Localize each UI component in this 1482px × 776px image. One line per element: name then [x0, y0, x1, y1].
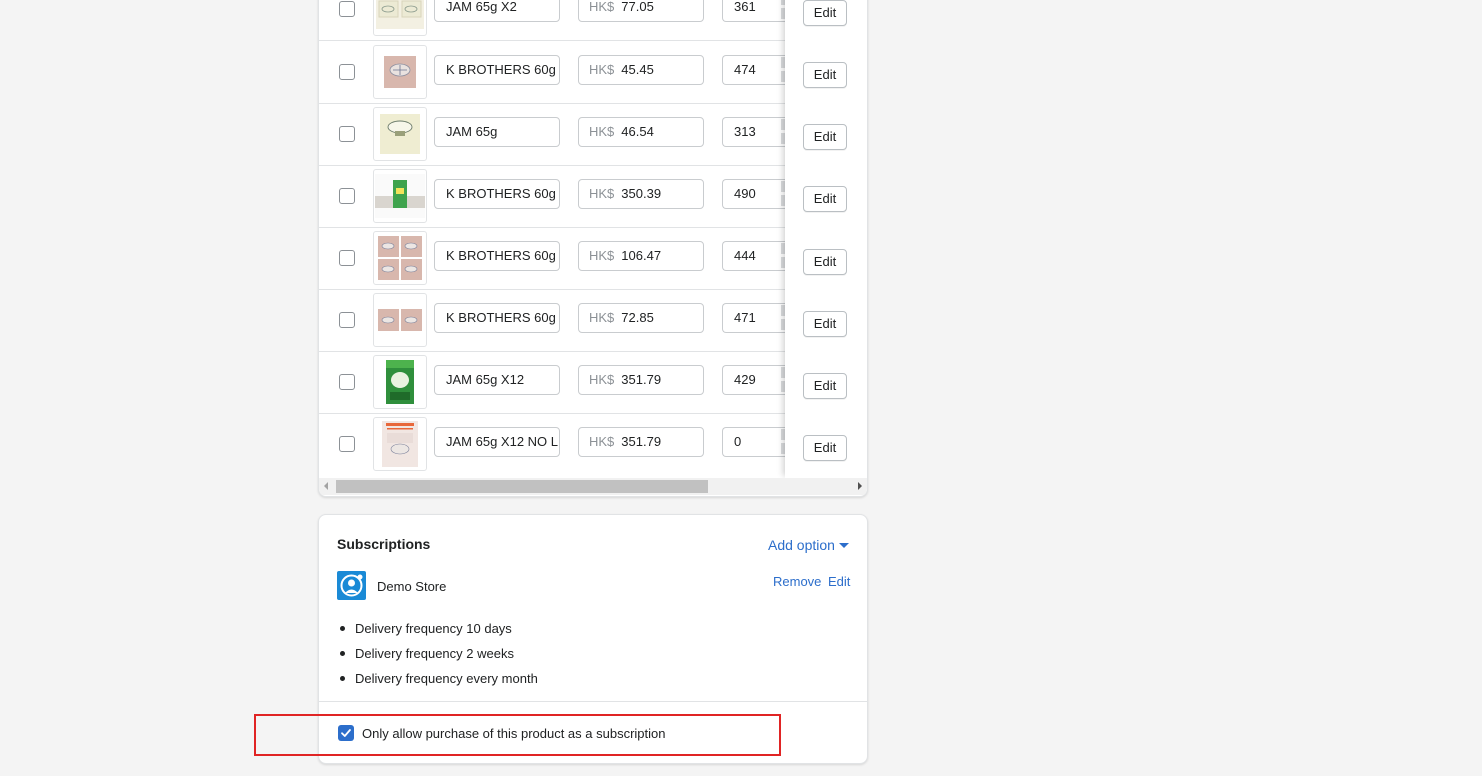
price-value: 72.85 [621, 310, 654, 325]
edit-link[interactable]: Edit [828, 574, 850, 589]
sticky-actions-column: Edit Edit Edit Edit Edit Edit Edit Edit [785, 0, 867, 478]
variants-card: JAM 65g X2 HK$ 77.05 361 K BROTHERS 60g H… [318, 0, 868, 497]
currency-prefix: HK$ [589, 124, 615, 139]
subscriptions-card: Subscriptions Add option Demo Store Remo… [318, 514, 868, 764]
variant-thumbnail[interactable] [373, 355, 427, 409]
row-checkbox[interactable] [339, 436, 355, 452]
list-item: Delivery frequency 10 days [337, 616, 538, 641]
variant-price-input[interactable]: HK$ 77.05 [578, 0, 704, 22]
variant-price-input[interactable]: HK$ 45.45 [578, 55, 704, 85]
price-value: 351.79 [621, 372, 662, 387]
variant-name-input[interactable]: K BROTHERS 60g [434, 55, 560, 85]
checkmark-icon [341, 729, 351, 737]
variant-price-input[interactable]: HK$ 351.79 [578, 365, 704, 395]
variant-name-input[interactable]: K BROTHERS 60g X [434, 303, 560, 333]
subscription-only-label[interactable]: Only allow purchase of this product as a… [362, 726, 666, 741]
delivery-frequency-list: Delivery frequency 10 days Delivery freq… [337, 616, 538, 691]
variant-price-input[interactable]: HK$ 351.79 [578, 427, 704, 457]
currency-prefix: HK$ [589, 310, 615, 325]
edit-variant-button[interactable]: Edit [803, 0, 847, 26]
variant-thumbnail[interactable] [373, 107, 427, 161]
variant-price-input[interactable]: HK$ 350.39 [578, 179, 704, 209]
variant-thumbnail[interactable] [373, 45, 427, 99]
scroll-left-icon[interactable] [324, 482, 328, 490]
variant-thumbnail[interactable] [373, 417, 427, 471]
variant-thumbnail[interactable] [373, 0, 427, 36]
edit-variant-button[interactable]: Edit [803, 124, 847, 150]
price-value: 77.05 [621, 0, 654, 14]
price-value: 46.54 [621, 124, 654, 139]
variant-thumbnail[interactable] [373, 231, 427, 285]
scrollbar-thumb[interactable] [336, 480, 708, 493]
variant-name-input[interactable]: K BROTHERS 60g X [434, 241, 560, 271]
price-value: 106.47 [621, 248, 662, 263]
divider [319, 701, 867, 702]
add-option-label: Add option [768, 537, 835, 553]
variant-name-input[interactable]: K BROTHERS 60g X [434, 179, 560, 209]
horizontal-scrollbar[interactable] [319, 478, 867, 495]
edit-variant-button[interactable]: Edit [803, 435, 847, 461]
row-checkbox[interactable] [339, 374, 355, 390]
variants-table: JAM 65g X2 HK$ 77.05 361 K BROTHERS 60g H… [319, 0, 867, 478]
store-name: Demo Store [377, 579, 447, 594]
edit-variant-button[interactable]: Edit [803, 62, 847, 88]
variant-thumbnail[interactable] [373, 169, 427, 223]
variant-name-input[interactable]: JAM 65g X12 [434, 365, 560, 395]
currency-prefix: HK$ [589, 434, 615, 449]
row-checkbox[interactable] [339, 188, 355, 204]
variant-price-input[interactable]: HK$ 46.54 [578, 117, 704, 147]
row-checkbox[interactable] [339, 312, 355, 328]
row-checkbox[interactable] [339, 126, 355, 142]
variant-name-input[interactable]: JAM 65g X12 NO L [434, 427, 560, 457]
variant-price-input[interactable]: HK$ 106.47 [578, 241, 704, 271]
edit-variant-button[interactable]: Edit [803, 186, 847, 212]
price-value: 350.39 [621, 186, 662, 201]
remove-link[interactable]: Remove [773, 574, 821, 589]
subscriptions-title: Subscriptions [337, 536, 431, 552]
list-item: Delivery frequency 2 weeks [337, 641, 538, 666]
variant-price-input[interactable]: HK$ 72.85 [578, 303, 704, 333]
currency-prefix: HK$ [589, 62, 615, 77]
row-checkbox[interactable] [339, 1, 355, 17]
caret-down-icon [838, 543, 849, 548]
price-value: 351.79 [621, 434, 662, 449]
currency-prefix: HK$ [589, 248, 615, 263]
subscription-only-checkbox[interactable] [338, 725, 354, 741]
variant-thumbnail[interactable] [373, 293, 427, 347]
store-logo-icon [337, 571, 366, 600]
list-item: Delivery frequency every month [337, 666, 538, 691]
price-value: 45.45 [621, 62, 654, 77]
currency-prefix: HK$ [589, 0, 615, 14]
variant-name-input[interactable]: JAM 65g [434, 117, 560, 147]
row-checkbox[interactable] [339, 64, 355, 80]
edit-variant-button[interactable]: Edit [803, 249, 847, 275]
currency-prefix: HK$ [589, 186, 615, 201]
edit-variant-button[interactable]: Edit [803, 311, 847, 337]
currency-prefix: HK$ [589, 372, 615, 387]
scroll-right-icon[interactable] [858, 482, 862, 490]
variant-name-input[interactable]: JAM 65g X2 [434, 0, 560, 22]
edit-variant-button[interactable]: Edit [803, 373, 847, 399]
add-option-button[interactable]: Add option [768, 537, 849, 553]
row-checkbox[interactable] [339, 250, 355, 266]
